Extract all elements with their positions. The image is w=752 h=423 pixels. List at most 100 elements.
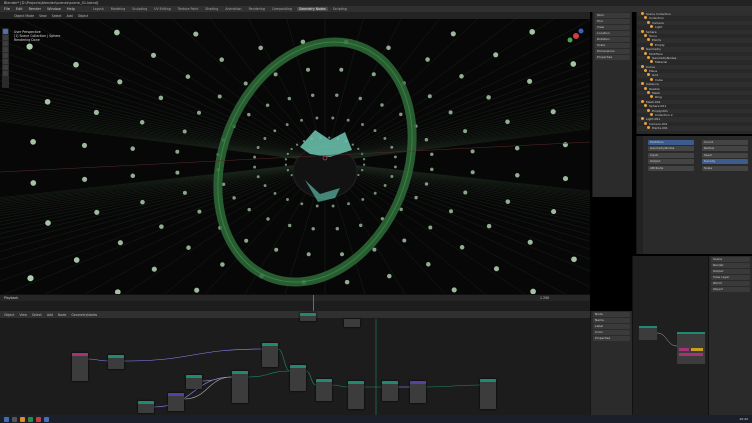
prop-output[interactable]: Output [648, 159, 694, 164]
node-header[interactable] [348, 381, 364, 384]
scale-tool-icon[interactable] [3, 53, 8, 58]
tab-compositing[interactable]: Compositing [270, 7, 294, 11]
node-header[interactable] [232, 371, 248, 374]
rp-output[interactable]: Output [711, 269, 750, 274]
secondary-node-editor[interactable] [632, 256, 708, 415]
side-name[interactable]: Name [593, 318, 630, 323]
prop-input[interactable]: Input [648, 152, 694, 158]
tab-geometry-nodes[interactable]: Geometry Nodes [296, 7, 328, 11]
npanel-properties[interactable]: Properties [595, 55, 630, 60]
tab-modeling[interactable]: Modeling [109, 7, 128, 11]
prop-attribute[interactable]: Attribute [648, 165, 694, 171]
node[interactable] [168, 393, 184, 411]
side-label[interactable]: Label [593, 324, 630, 329]
node[interactable] [262, 343, 278, 367]
navigation-gizmo-icon[interactable] [566, 26, 586, 46]
3d-viewport[interactable]: Object Mode View Select Add Object User … [0, 12, 590, 294]
node[interactable] [290, 365, 306, 391]
app-icon[interactable] [28, 416, 33, 422]
select-menu[interactable]: Select [52, 14, 62, 18]
node[interactable] [382, 381, 398, 401]
node-header[interactable] [138, 401, 154, 404]
tab-layout[interactable]: Layout [91, 7, 106, 11]
tab-sculpting[interactable]: Sculpting [130, 7, 149, 11]
node-header[interactable] [382, 381, 398, 384]
object-menu[interactable]: Object [78, 14, 88, 18]
tab-uv-editing[interactable]: UV Editing [152, 7, 173, 11]
rp-render[interactable]: Render [711, 263, 750, 268]
side-color[interactable]: Color [593, 330, 630, 335]
node[interactable] [344, 319, 360, 327]
menu-help[interactable]: Help [67, 7, 75, 11]
npanel-item[interactable]: Item [595, 13, 630, 18]
measure-tool-icon[interactable] [3, 71, 8, 76]
playhead[interactable] [313, 295, 314, 311]
prop-seed[interactable]: Seed [702, 152, 748, 158]
rp-scene[interactable]: Scene [711, 257, 750, 262]
prop-density[interactable]: Density [702, 159, 748, 164]
move-tool-icon[interactable] [3, 41, 8, 46]
tab-shading[interactable]: Shading [203, 7, 220, 11]
view-menu[interactable]: View [39, 14, 47, 18]
start-icon[interactable] [4, 416, 9, 422]
node-header[interactable] [186, 375, 202, 378]
prop-geometrynodes[interactable]: GeometryNodes [648, 146, 694, 151]
prop-scale[interactable]: Scale [702, 165, 748, 171]
node-header[interactable] [316, 379, 332, 382]
node[interactable] [72, 353, 88, 381]
tab-animation[interactable]: Animation [223, 7, 243, 11]
menu-window[interactable]: Window [47, 7, 61, 11]
rp-world[interactable]: World [711, 281, 750, 286]
search-icon[interactable] [12, 416, 17, 422]
menu-file[interactable]: File [4, 7, 10, 11]
node-header[interactable] [262, 343, 278, 346]
rotate-tool-icon[interactable] [3, 47, 8, 52]
rp-object[interactable]: Object [711, 287, 750, 292]
annotate-tool-icon[interactable] [3, 65, 8, 70]
mode-select[interactable]: Object Mode [14, 14, 34, 18]
tab-scripting[interactable]: Scripting [331, 7, 349, 11]
transform-tool-icon[interactable] [3, 59, 8, 64]
properties-tabs[interactable] [637, 136, 643, 254]
cursor-tool-icon[interactable] [3, 35, 8, 40]
npanel-view[interactable]: View [595, 25, 630, 30]
node-header[interactable] [410, 381, 426, 384]
npanel-dimensions[interactable]: Dimensions [595, 49, 630, 54]
node[interactable] [480, 379, 496, 409]
node[interactable] [300, 313, 316, 321]
node[interactable] [186, 375, 202, 389]
rp-view-layer[interactable]: View Layer [711, 275, 750, 280]
blender-app-icon[interactable] [20, 416, 25, 422]
node[interactable] [410, 381, 426, 403]
side-properties[interactable]: Properties [593, 336, 630, 341]
node-header[interactable] [72, 353, 88, 356]
outliner-row[interactable]: Points.001 [637, 126, 752, 131]
node-header[interactable] [344, 319, 360, 322]
prop-count[interactable]: Count [702, 139, 748, 145]
menu-edit[interactable]: Edit [16, 7, 23, 11]
tab-texture-paint[interactable]: Texture Paint [176, 7, 201, 11]
prop-modifiers[interactable]: Modifiers [648, 139, 694, 145]
npanel-scale[interactable]: Scale [595, 43, 630, 48]
node[interactable] [232, 371, 248, 403]
app-icon[interactable] [44, 416, 49, 422]
node-editor[interactable]: Object View Select Add Node GeometryNode… [0, 311, 590, 415]
node-header[interactable] [290, 365, 306, 368]
node-header[interactable] [300, 313, 316, 316]
node[interactable] [138, 401, 154, 413]
npanel-location[interactable]: Location [595, 31, 630, 36]
node-header[interactable] [108, 355, 124, 358]
npanel-rotation[interactable]: Rotation [595, 37, 630, 42]
timeline-ruler[interactable] [0, 301, 590, 311]
node[interactable] [348, 381, 364, 409]
tab-rendering[interactable]: Rendering [247, 7, 267, 11]
node[interactable] [316, 379, 332, 401]
app-icon[interactable] [36, 416, 41, 422]
select-tool-icon[interactable] [3, 29, 8, 34]
prop-radius[interactable]: Radius [702, 146, 748, 151]
add-menu[interactable]: Add [67, 14, 73, 18]
side-node[interactable]: Node [593, 312, 630, 317]
menu-render[interactable]: Render [29, 7, 41, 11]
npanel-tool[interactable]: Tool [595, 19, 630, 24]
node-header[interactable] [480, 379, 496, 382]
